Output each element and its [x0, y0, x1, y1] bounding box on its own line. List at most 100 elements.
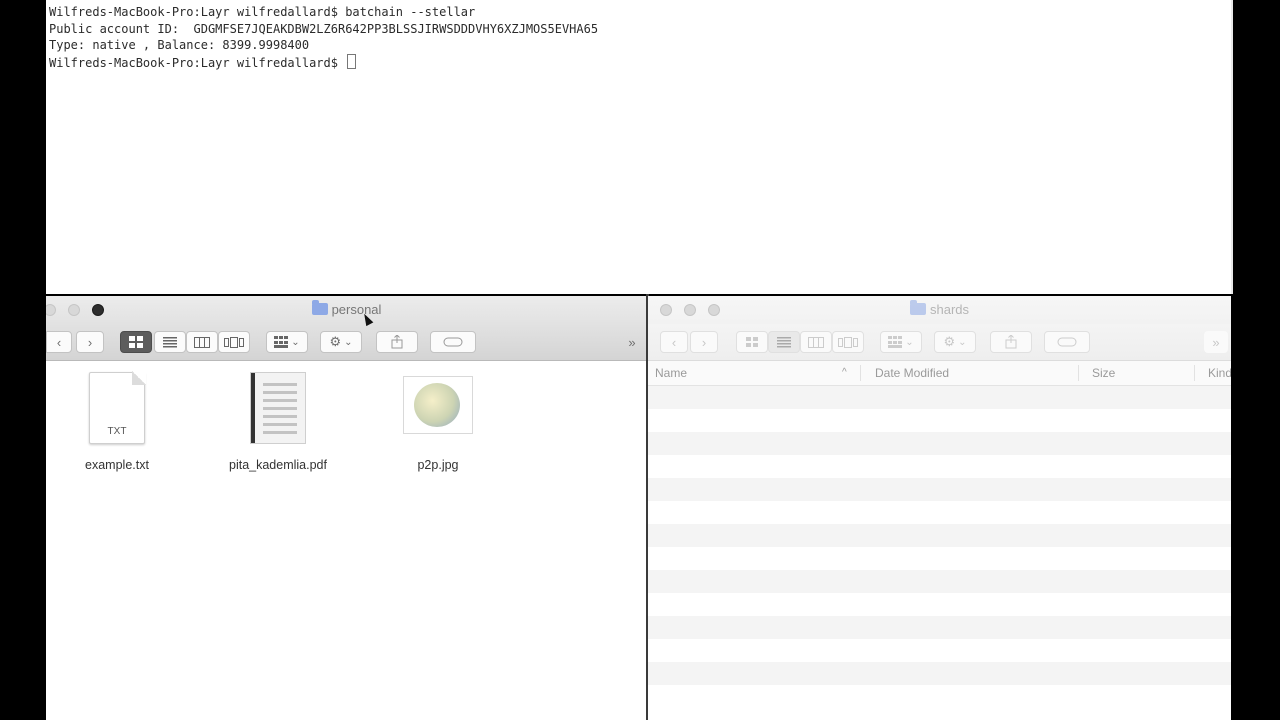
icon-grid-icon: [129, 336, 143, 348]
chevron-down-icon: ⌄: [291, 336, 300, 348]
terminal-window[interactable]: Wilfreds-MacBook-Pro:Layr wilfredallard$…: [46, 0, 1233, 294]
tag-icon: [443, 337, 463, 347]
column-header-name[interactable]: Name: [655, 361, 687, 385]
share-icon: [1005, 335, 1017, 349]
empty-row: [648, 386, 1231, 409]
empty-row: [648, 593, 1231, 616]
chevron-right-icon: ›: [701, 334, 707, 350]
share-icon: [391, 335, 403, 349]
finder-toolbar: ‹ › ⌄ ⚙ ⌄ »: [648, 324, 1231, 361]
forward-button[interactable]: ›: [76, 331, 104, 353]
title-bar[interactable]: personal: [46, 296, 647, 324]
double-chevron-right-icon: »: [628, 334, 636, 350]
chevron-left-icon: ‹: [56, 334, 62, 350]
action-menu-button[interactable]: ⚙ ⌄: [934, 331, 976, 353]
list-lines-icon: [777, 336, 791, 347]
arrange-grid-icon: [274, 336, 289, 348]
empty-row: [648, 616, 1231, 639]
window-title: shards: [648, 296, 1231, 324]
chevron-down-icon: ⌄: [958, 336, 967, 348]
column-divider[interactable]: [860, 365, 861, 381]
terminal-scrollbar[interactable]: [1231, 0, 1233, 294]
column-view-button[interactable]: [800, 331, 832, 353]
empty-row: [648, 455, 1231, 478]
column-header-size[interactable]: Size: [1092, 361, 1115, 385]
empty-row: [648, 570, 1231, 593]
empty-row: [648, 432, 1231, 455]
forward-button[interactable]: ›: [690, 331, 718, 353]
finder-toolbar: ‹ › ⌄ ⚙ ⌄ »: [46, 324, 647, 361]
double-chevron-right-icon: »: [1212, 334, 1220, 350]
icon-view-button[interactable]: [736, 331, 768, 353]
empty-row: [648, 409, 1231, 432]
column-view-button[interactable]: [186, 331, 218, 353]
file-item-p2p-jpg[interactable]: p2p.jpg: [373, 372, 503, 472]
empty-row: [648, 662, 1231, 685]
file-name: example.txt: [85, 458, 149, 472]
columns-icon: [194, 336, 210, 348]
terminal-line: Type: native , Balance: 8399.9998400: [49, 38, 310, 52]
list-view-button[interactable]: [154, 331, 186, 353]
file-type-badge: TXT: [107, 426, 127, 437]
columns-icon: [808, 336, 824, 348]
finder-window-shards: shards ‹ › ⌄ ⚙ ⌄ » Name ^ Date Modified …: [648, 296, 1231, 720]
arrange-menu-button[interactable]: ⌄: [880, 331, 922, 353]
sort-ascending-icon: ^: [842, 367, 847, 378]
arrange-menu-button[interactable]: ⌄: [266, 331, 308, 353]
back-button[interactable]: ‹: [46, 331, 72, 353]
empty-row: [648, 478, 1231, 501]
share-button[interactable]: [376, 331, 418, 353]
column-divider[interactable]: [1194, 365, 1195, 381]
column-header-kind[interactable]: Kind: [1208, 361, 1231, 385]
window-title-text: personal: [331, 302, 382, 317]
arrange-grid-icon: [888, 336, 903, 348]
folder-icon: [311, 300, 328, 315]
terminal-line: Public account ID: GDGMFSE7JQEAKDBW2LZ6R…: [49, 21, 599, 36]
empty-row: [648, 547, 1231, 570]
cover-flow-button[interactable]: [832, 331, 864, 353]
image-thumbnail-icon: [403, 376, 473, 434]
file-list[interactable]: [648, 386, 1231, 720]
back-button[interactable]: ‹: [660, 331, 688, 353]
file-name: pita_kademlia.pdf: [229, 458, 327, 472]
empty-row: [648, 501, 1231, 524]
pdf-document-icon: [250, 372, 306, 444]
action-menu-button[interactable]: ⚙ ⌄: [320, 331, 362, 353]
terminal-line: Wilfreds-MacBook-Pro:Layr wilfredallard$…: [49, 5, 476, 19]
column-divider[interactable]: [1078, 365, 1079, 381]
title-bar[interactable]: shards: [648, 296, 1231, 324]
tags-button[interactable]: [1044, 331, 1090, 353]
list-view-button[interactable]: [768, 331, 800, 353]
text-cursor: [347, 53, 357, 69]
terminal-prompt-line: Wilfreds-MacBook-Pro:Layr wilfredallard$: [46, 53, 1233, 71]
icon-grid-icon: [746, 337, 758, 347]
gear-icon: ⚙: [943, 334, 956, 349]
icon-view-button[interactable]: [120, 331, 152, 353]
file-name: p2p.jpg: [417, 458, 459, 472]
cover-flow-icon: [838, 336, 858, 348]
chevron-left-icon: ‹: [671, 334, 677, 350]
empty-row: [648, 639, 1231, 662]
list-header: Name ^ Date Modified Size Kind: [648, 361, 1231, 386]
share-button[interactable]: [990, 331, 1032, 353]
window-title-text: shards: [929, 302, 970, 317]
empty-row: [648, 685, 1231, 708]
empty-row: [648, 524, 1231, 547]
list-lines-icon: [163, 336, 177, 347]
cover-flow-icon: [224, 336, 244, 348]
file-item-example-txt[interactable]: TXT example.txt: [52, 371, 182, 472]
cover-flow-button[interactable]: [218, 331, 250, 353]
file-item-pita-kademlia-pdf[interactable]: pita_kademlia.pdf: [213, 372, 343, 472]
terminal-prompt: Wilfreds-MacBook-Pro:Layr wilfredallard$: [49, 55, 346, 70]
finder-window-personal: personal ‹ › ⌄ ⚙ ⌄ » TXT example.txt pit…: [46, 296, 647, 720]
folder-icon: [909, 300, 926, 315]
toolbar-overflow-button[interactable]: »: [1204, 331, 1228, 353]
column-header-date-modified[interactable]: Date Modified: [875, 361, 949, 385]
chevron-right-icon: ›: [87, 334, 93, 350]
chevron-down-icon: ⌄: [344, 336, 353, 348]
gear-icon: ⚙: [329, 334, 342, 349]
toolbar-overflow-button[interactable]: »: [620, 331, 644, 353]
window-title: personal: [46, 296, 647, 324]
tags-button[interactable]: [430, 331, 476, 353]
chevron-down-icon: ⌄: [905, 336, 914, 348]
